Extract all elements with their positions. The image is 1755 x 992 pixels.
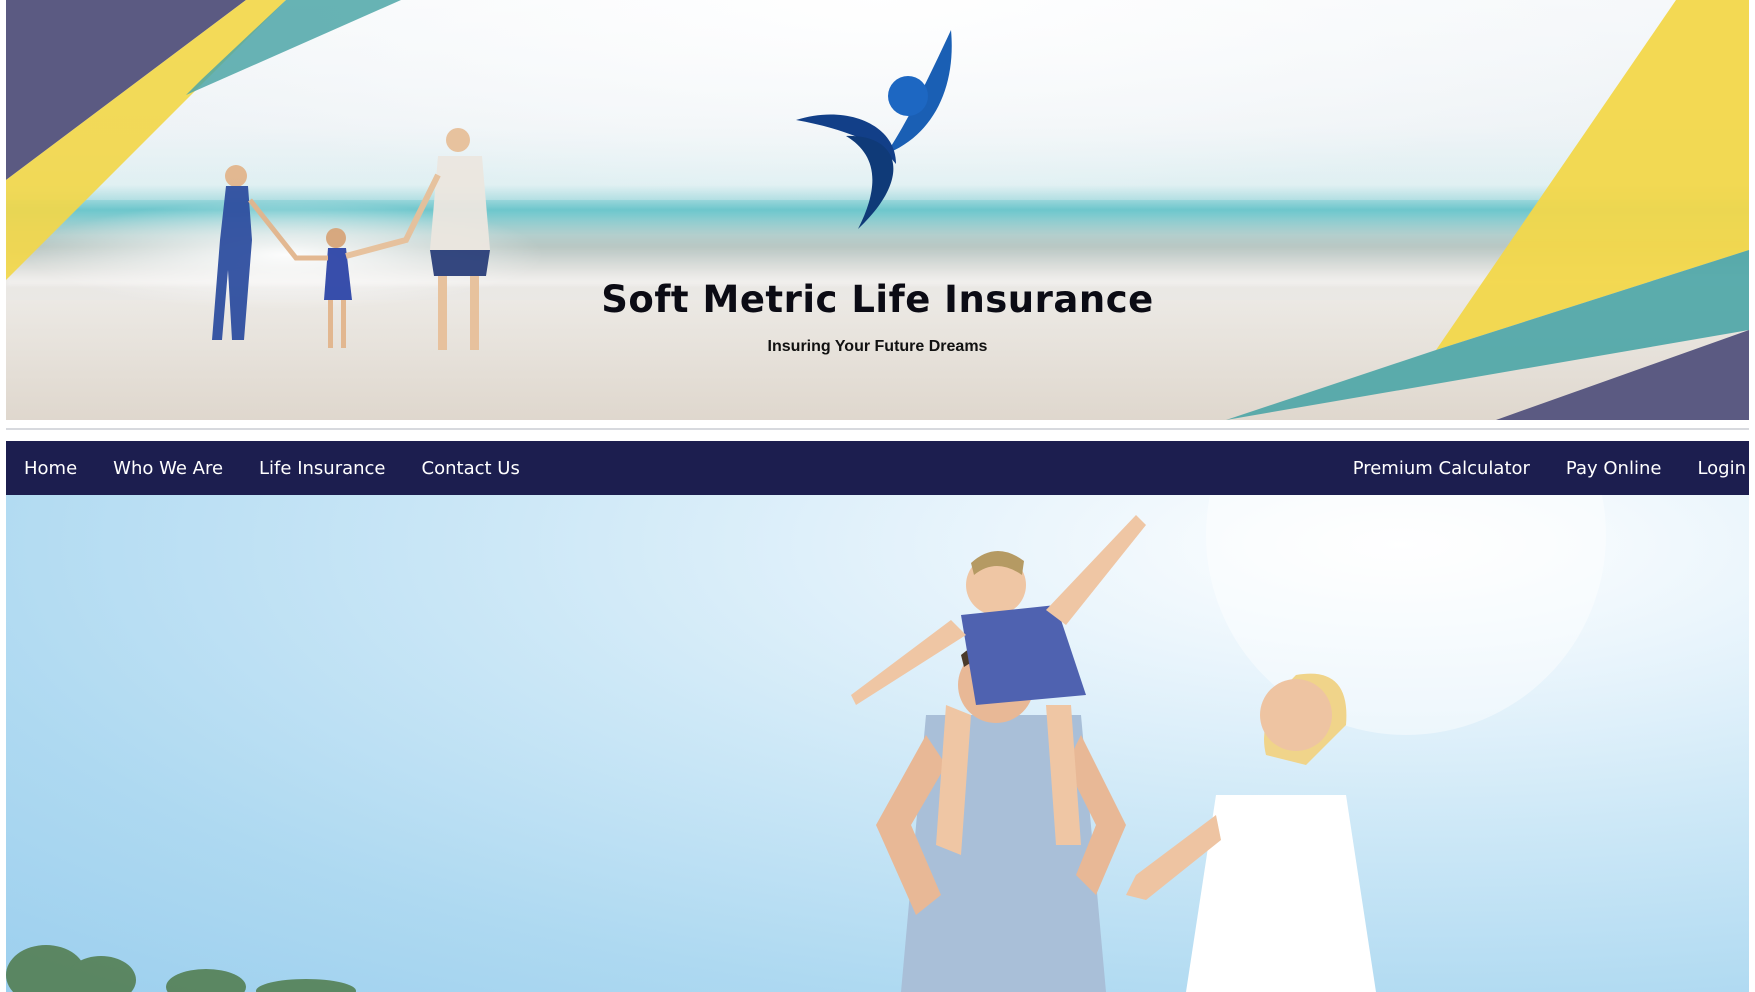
nav-who-we-are-link[interactable]: Who We Are [95,441,241,495]
site-tagline: Insuring Your Future Dreams [767,338,988,355]
page: Soft Metric Life Insurance Insuring Your… [0,0,1755,992]
brand-title-wrapper: Soft Metric Life Insurance [6,278,1749,321]
nav-premium-calculator-link[interactable]: Premium Calculator [1335,441,1548,495]
hero-family-photo [6,495,1749,992]
header-divider [6,428,1749,430]
site-title[interactable]: Soft Metric Life Insurance [601,278,1153,321]
nav-pay-online-link[interactable]: Pay Online [1548,441,1680,495]
trees-silhouette [6,945,356,992]
nav-life-insurance-link[interactable]: Life Insurance [241,441,403,495]
header-banner: Soft Metric Life Insurance Insuring Your… [6,0,1749,420]
company-logo-icon[interactable] [786,24,966,234]
main-navbar: Home Who We Are Life Insurance Contact U… [6,441,1749,495]
mother-figure [1126,673,1376,992]
nav-login-link[interactable]: Login [1679,441,1749,495]
nav-home-link[interactable]: Home [6,441,95,495]
hero-illustration [6,495,1606,992]
nav-left-group: Home Who We Are Life Insurance Contact U… [6,441,538,495]
nav-right-group: Premium Calculator Pay Online Login [1335,441,1749,495]
nav-contact-us-link[interactable]: Contact Us [404,441,538,495]
